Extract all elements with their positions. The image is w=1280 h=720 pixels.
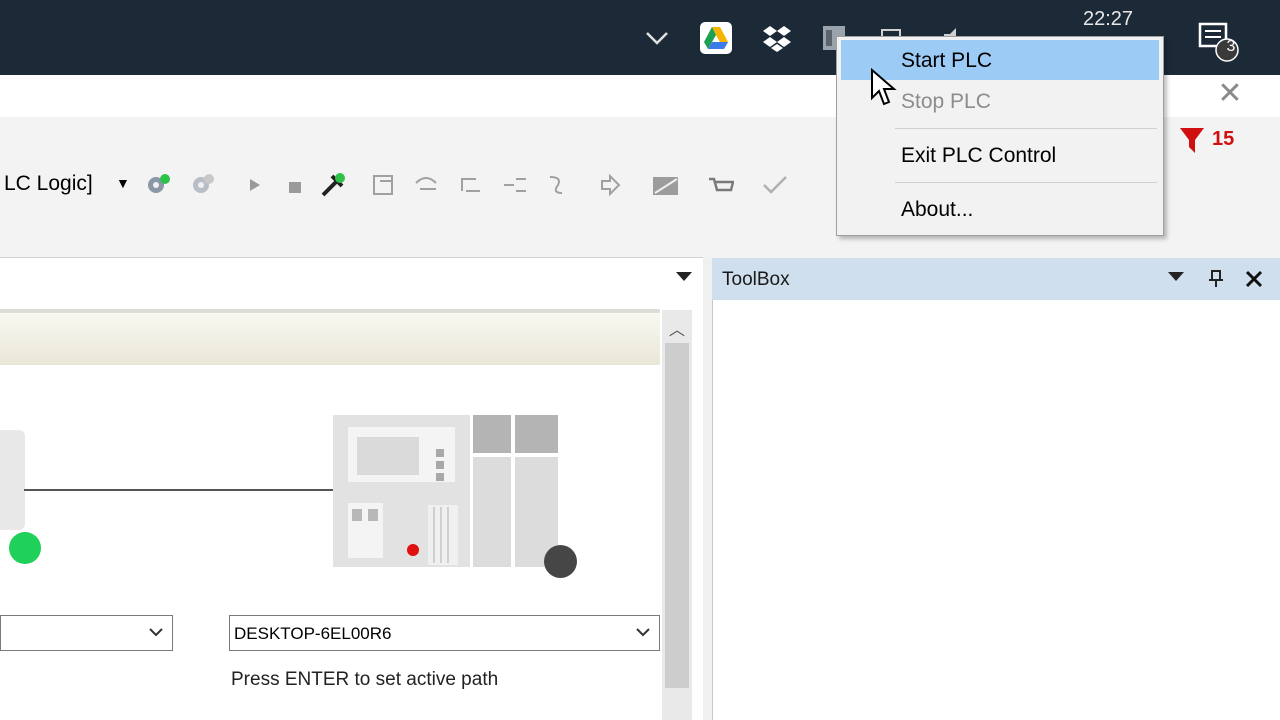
scrollbar-thumb[interactable] xyxy=(665,343,689,688)
google-drive-icon[interactable] xyxy=(700,22,732,54)
menu-separator xyxy=(895,128,1157,129)
arrow-right-icon[interactable] xyxy=(596,170,624,200)
menu-item-label: Stop PLC xyxy=(901,90,991,113)
indent-icon[interactable] xyxy=(500,170,528,200)
document-tab-strip xyxy=(0,257,703,299)
filter-icon[interactable] xyxy=(1178,125,1206,155)
device-view-header-band xyxy=(0,309,660,365)
gateway-status-indicator xyxy=(9,532,41,564)
cart-icon[interactable] xyxy=(706,170,734,200)
close-icon[interactable] xyxy=(1243,268,1265,290)
device-path-value: DESKTOP-6EL00R6 xyxy=(234,624,392,643)
check-icon[interactable] xyxy=(760,170,788,200)
step-out-icon[interactable] xyxy=(456,170,484,200)
application-combo[interactable]: LC Logic] xyxy=(4,172,93,196)
tools-icon[interactable] xyxy=(318,170,346,200)
notification-badge: 3 xyxy=(1226,38,1236,55)
filter-count: 15 xyxy=(1212,128,1235,150)
menu-item-label: Start PLC xyxy=(901,49,993,72)
step-into-icon[interactable] xyxy=(370,170,398,200)
stop-icon[interactable] xyxy=(280,170,308,200)
clock[interactable]: 22:27 xyxy=(1083,8,1133,31)
reset-icon[interactable] xyxy=(542,170,570,200)
chevron-down-icon[interactable] xyxy=(641,22,673,54)
mouse-cursor-icon xyxy=(870,67,898,108)
menu-item-label: About... xyxy=(901,198,974,221)
close-icon[interactable]: ✕ xyxy=(1214,78,1246,110)
go-online-icon[interactable] xyxy=(144,170,172,200)
print-icon[interactable] xyxy=(650,170,678,200)
step-over-icon[interactable] xyxy=(412,170,440,200)
plc-status-indicator xyxy=(544,545,577,578)
run-icon[interactable] xyxy=(240,170,268,200)
toolbox-header xyxy=(712,258,1280,300)
chevron-down-icon xyxy=(636,628,650,637)
menu-separator xyxy=(895,182,1157,183)
dropbox-icon[interactable] xyxy=(761,22,793,54)
toolbox-title: ToolBox xyxy=(722,269,790,290)
chevron-down-icon[interactable]: ▼ xyxy=(116,175,130,191)
plc-device-icon[interactable] xyxy=(333,415,558,567)
toolbox-menu-dropdown-icon[interactable] xyxy=(1168,272,1184,281)
toolbox-content xyxy=(712,300,1280,720)
chevron-down-icon xyxy=(149,628,163,637)
pin-icon[interactable] xyxy=(1206,268,1226,290)
menu-item-label: Exit PLC Control xyxy=(901,144,1057,167)
plc-context-menu: Start PLC Stop PLC Exit PLC Control Abou… xyxy=(836,36,1164,236)
gateway-combo[interactable] xyxy=(0,615,173,651)
menu-item-about[interactable]: About... xyxy=(841,189,1159,229)
connection-line xyxy=(24,489,334,491)
path-hint-text: Press ENTER to set active path xyxy=(231,669,499,690)
device-path-combo[interactable]: DESKTOP-6EL00R6 xyxy=(229,615,660,651)
panel-splitter[interactable] xyxy=(703,257,712,720)
menu-item-exit-plc-control[interactable]: Exit PLC Control xyxy=(841,135,1159,175)
scroll-up-icon[interactable]: ︿ xyxy=(667,316,687,339)
gateway-device-icon[interactable] xyxy=(0,430,25,530)
tab-list-dropdown-icon[interactable] xyxy=(676,272,692,281)
go-offline-icon[interactable] xyxy=(188,170,216,200)
